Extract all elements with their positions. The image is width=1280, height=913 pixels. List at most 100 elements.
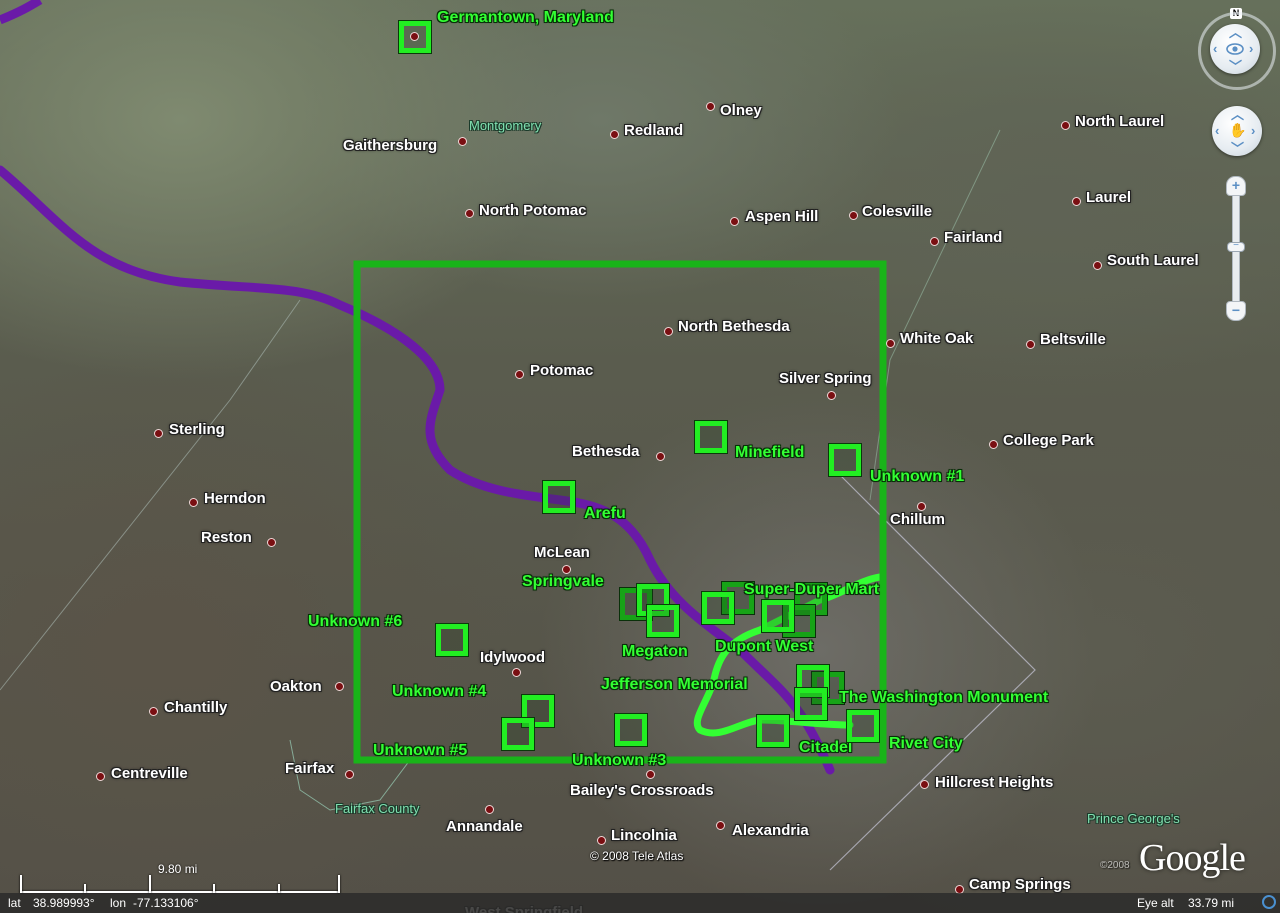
place-label: North Bethesda [678,318,790,335]
up-arrow-icon[interactable]: ︿ [1229,26,1242,39]
placemark-label[interactable]: Megaton [622,643,688,661]
place-dot [646,770,655,779]
down-arrow-icon[interactable]: ﹀ [1229,60,1242,73]
placemark-unknown-1[interactable] [828,443,862,477]
place-dot [716,821,725,830]
placemark-label[interactable]: The Washington Monument [839,689,1048,707]
placemark-cluster[interactable] [794,687,828,721]
place-dot [1093,261,1102,270]
placemark-unknown-6[interactable] [435,623,469,657]
placemark-label[interactable]: Super-Duper Mart [744,581,879,599]
place-label: Chantilly [164,699,228,716]
placemark-label[interactable]: Springvale [522,573,604,591]
scale-tick [20,875,22,893]
place-label: Sterling [169,421,225,438]
place-label: Beltsville [1040,331,1106,348]
place-label: Idylwood [480,649,545,666]
right-arrow-icon[interactable]: › [1249,42,1253,55]
place-dot [610,130,619,139]
scale-label: 9.80 mi [158,862,198,876]
placemark-label[interactable]: Unknown #6 [308,613,402,631]
place-label: North Potomac [479,202,587,219]
zoom-in-button[interactable]: + [1226,176,1246,196]
placemark-label[interactable]: Arefu [584,505,626,523]
place-dot [458,137,467,146]
zoom-out-button[interactable]: − [1226,301,1246,321]
placemark-minefield-icon[interactable] [694,420,728,454]
placemark-label[interactable]: Dupont West [715,638,813,656]
placemark-arefu[interactable] [542,480,576,514]
place-dot [656,452,665,461]
placemark-unknown-5[interactable] [501,717,535,751]
place-dot [515,370,524,379]
place-label: Annandale [446,818,523,835]
scale-tick [338,875,340,893]
placemark-label[interactable]: Rivet City [889,735,963,753]
zoom-slider[interactable]: + − − [1226,176,1246,321]
place-label: Redland [624,122,684,139]
place-label: North Laurel [1075,113,1165,130]
place-label: Potomac [530,362,594,379]
place-label: Alexandria [732,822,809,839]
place-dot [930,237,939,246]
placemark-unknown-3[interactable] [614,713,648,747]
place-dot [1061,121,1070,130]
placemark-label[interactable]: Unknown #4 [392,683,486,701]
placemark-rivet-city[interactable] [846,709,880,743]
streaming-indicator-icon [1262,895,1276,909]
copyright-text: © 2008 Tele Atlas [590,849,684,863]
place-label: Gaithersburg [343,137,438,154]
placemark-super-duper-mart[interactable] [701,591,735,625]
right-arrow-icon[interactable]: › [1251,124,1255,137]
place-label: Laurel [1086,189,1132,206]
placemark-label[interactable]: Citadel [799,739,852,757]
place-label: Olney [720,102,762,119]
map-viewport[interactable]: Gaithersburg Redland Olney North Potomac… [0,0,1280,913]
eye-icon [1226,43,1244,55]
place-label: Herndon [204,490,266,507]
place-dot [154,429,163,438]
placemark-label[interactable]: Unknown #5 [373,742,467,760]
place-dot [730,217,739,226]
placemark-label[interactable]: Germantown, Maryland [437,9,614,27]
lat-value: 38.989993° [33,896,95,910]
scale-tick [278,884,280,893]
place-dot [917,502,926,511]
place-dot [706,102,715,111]
placemark-citadel[interactable] [756,714,790,748]
place-dot [267,538,276,547]
place-dot [664,327,673,336]
scale-bar: 9.80 mi [20,862,340,893]
region-label: Fairfax County [335,801,420,816]
down-arrow-icon[interactable]: ﹀ [1231,142,1244,155]
place-dot [849,211,858,220]
placemark-label[interactable]: Unknown #3 [572,752,666,770]
lon-label: lon [110,896,127,910]
place-label: Bailey's Crossroads [570,782,714,799]
left-arrow-icon[interactable]: ‹ [1215,124,1219,137]
zoom-thumb[interactable]: − [1227,241,1245,252]
left-arrow-icon[interactable]: ‹ [1213,42,1217,55]
move-joystick[interactable]: ︿ ﹀ ‹ › ✋ [1212,106,1262,156]
place-dot [189,498,198,507]
up-arrow-icon[interactable]: ︿ [1231,108,1244,121]
placemark-label[interactable]: Jefferson Memorial [601,676,748,694]
imagery-copyright: ©2008 [1100,860,1130,871]
placemark-megaton[interactable] [646,604,680,638]
place-label: Chillum [890,511,945,528]
place-label: McLean [534,544,590,561]
place-dot [149,707,158,716]
placemark-label[interactable]: Unknown #1 [870,468,964,486]
place-dot [1026,340,1035,349]
placemark-germantown[interactable] [398,20,432,54]
placemark-dupont-west[interactable] [761,599,795,633]
eye-alt-value: 33.79 mi [1188,896,1235,910]
dc-boundary [829,474,1036,871]
placemark-label[interactable]: Minefield [735,444,804,462]
place-label: Aspen Hill [745,208,819,225]
place-dot [1072,197,1081,206]
look-joystick[interactable]: ︿ ﹀ ‹ › [1210,24,1260,74]
scale-tick [213,884,215,893]
region-label: Prince George's [1087,811,1180,826]
place-label: White Oak [900,330,974,347]
